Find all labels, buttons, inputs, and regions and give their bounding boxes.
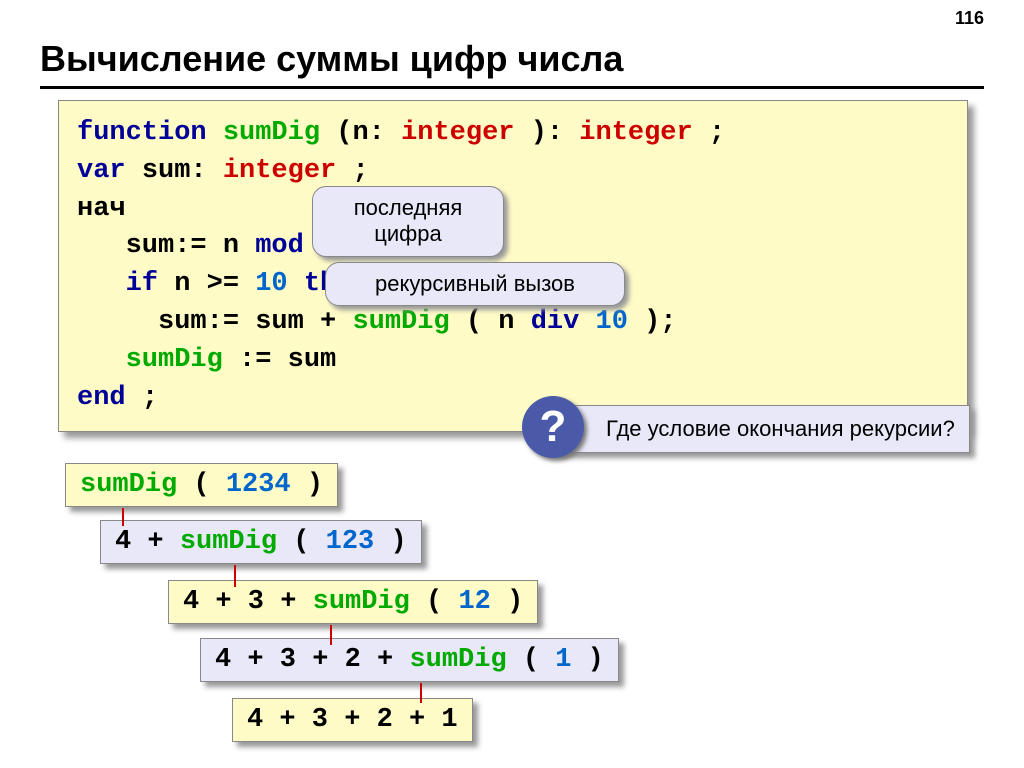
fn-name: sumDig: [180, 527, 277, 557]
kw-end: end: [77, 383, 126, 413]
code-text: ( n: [466, 307, 515, 337]
step-3: 4 + 3 + sumDig ( 12 ): [168, 580, 538, 624]
code-text: sum:= sum +: [158, 307, 336, 337]
code-text: sum:= n: [126, 231, 239, 261]
code-text: ): [390, 527, 406, 557]
num-literal: 10: [596, 307, 628, 337]
code-line-2: var sum: integer ;: [77, 153, 949, 191]
step-1: sumDig ( 1234 ): [65, 463, 338, 507]
page-title: Вычисление суммы цифр числа: [40, 38, 984, 89]
question-box: Где условие окончания рекурсии?: [555, 405, 970, 453]
kw-integer: integer: [223, 156, 336, 186]
code-line-7: sumDig := sum: [77, 342, 949, 380]
kw-if: if: [126, 269, 158, 299]
fn-name: sumDig: [352, 307, 449, 337]
code-text: (n:: [336, 118, 385, 148]
code-line-1: function sumDig (n: integer ): integer ;: [77, 115, 949, 153]
code-line-6: sum:= sum + sumDig ( n div 10 );: [77, 304, 949, 342]
code-text: (: [293, 527, 309, 557]
fn-name: sumDig: [80, 470, 177, 500]
num-literal: 12: [458, 587, 490, 617]
kw-mod: mod: [255, 231, 304, 261]
code-text: ;: [352, 156, 368, 186]
kw-var: var: [77, 156, 126, 186]
code-text: ):: [531, 118, 563, 148]
fn-name: sumDig: [313, 587, 410, 617]
code-text: );: [644, 307, 676, 337]
connector-line: [330, 625, 332, 645]
fn-name: sumDig: [409, 645, 506, 675]
code-text: (: [193, 470, 209, 500]
step-4: 4 + 3 + 2 + sumDig ( 1 ): [200, 638, 619, 682]
step-5: 4 + 3 + 2 + 1: [232, 698, 473, 742]
code-text: ;: [142, 383, 158, 413]
page-number: 116: [955, 8, 984, 29]
code-text: sum:: [142, 156, 207, 186]
code-text: ): [588, 645, 604, 675]
code-text: ;: [709, 118, 725, 148]
fn-name: sumDig: [223, 118, 320, 148]
connector-line: [234, 565, 236, 587]
code-line-4: sum:= n mod 10 ;: [77, 228, 949, 266]
code-text: ): [307, 470, 323, 500]
kw-function: function: [77, 118, 207, 148]
connector-line: [122, 508, 124, 526]
kw-integer: integer: [401, 118, 514, 148]
code-text: n >=: [174, 269, 239, 299]
fn-name: sumDig: [126, 345, 223, 375]
question-mark-icon: ?: [522, 396, 584, 458]
code-text: 4 + 3 +: [183, 587, 296, 617]
num-literal: 123: [326, 527, 375, 557]
kw-integer: integer: [579, 118, 692, 148]
code-text: 4 +: [115, 527, 164, 557]
callout-last-digit: последняя цифра: [312, 186, 504, 257]
num-literal: 1234: [226, 470, 291, 500]
code-text: (: [426, 587, 442, 617]
step-2: 4 + sumDig ( 123 ): [100, 520, 422, 564]
code-text: ): [507, 587, 523, 617]
kw-div: div: [531, 307, 580, 337]
connector-line: [420, 683, 422, 703]
code-text: 4 + 3 + 2 +: [215, 645, 393, 675]
num-literal: 10: [255, 269, 287, 299]
callout-recursive-call: рекурсивный вызов: [325, 262, 625, 306]
code-text: (: [523, 645, 539, 675]
code-line-3: нач: [77, 191, 949, 229]
num-literal: 1: [555, 645, 571, 675]
code-text: := sum: [239, 345, 336, 375]
